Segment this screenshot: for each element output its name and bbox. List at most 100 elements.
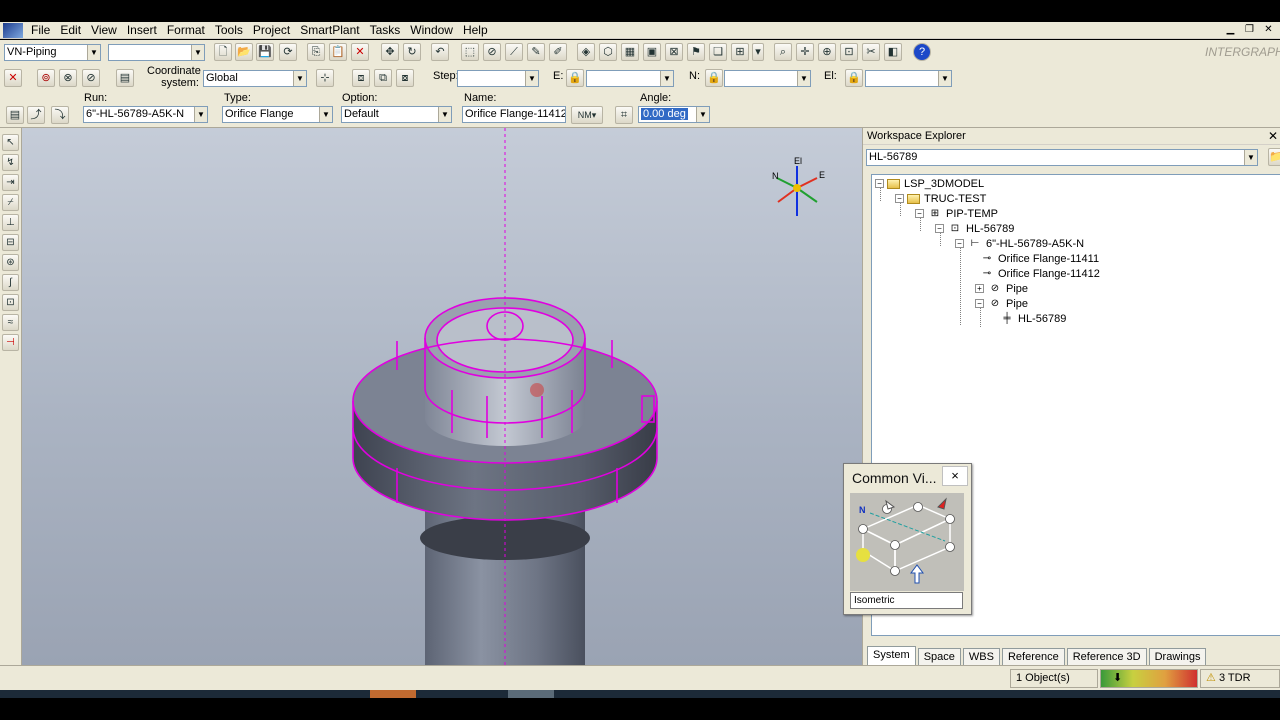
orifice-flange-11412[interactable] [352, 128, 658, 665]
angle-input[interactable]: 0.00 deg ▼ [638, 106, 710, 123]
filter-select[interactable]: ▼ [108, 44, 205, 61]
tree-node[interactable]: ╪ HL-56789 [999, 311, 1066, 326]
clip-icon[interactable]: ✂ [862, 43, 880, 61]
menu-view[interactable]: View [89, 23, 125, 37]
coordinate-tool-icon[interactable]: ⊹ [316, 69, 334, 87]
menu-window[interactable]: Window [408, 23, 461, 37]
app-icon[interactable] [3, 22, 23, 38]
pan-icon[interactable]: ✛ [796, 43, 814, 61]
insert-component-icon[interactable]: ⤵ [51, 106, 69, 124]
view-corner-handle[interactable] [858, 524, 868, 534]
spec-icon[interactable]: ⊛ [2, 254, 19, 271]
option-select[interactable]: Default ▼ [341, 106, 452, 123]
arrow-icon[interactable] [937, 497, 947, 510]
tree-node-label[interactable]: Pipe [1006, 298, 1028, 310]
tree-node[interactable]: − ⊘ Pipe [975, 296, 1028, 311]
isometric-selected-handle[interactable] [856, 548, 870, 562]
search-icon[interactable]: ⌕ [774, 43, 792, 61]
angle-tool-icon[interactable]: ⌗ [615, 106, 633, 124]
paste-icon[interactable]: 📋 [329, 43, 347, 61]
undo-icon[interactable]: ↶ [431, 43, 449, 61]
view-cube[interactable]: N [850, 493, 964, 591]
move-icon[interactable]: ✥ [381, 43, 399, 61]
up-arrow-icon[interactable] [910, 564, 924, 584]
name-input[interactable]: Orifice Flange-11412 [462, 106, 566, 123]
chevron-down-icon[interactable]: ▼ [696, 107, 709, 122]
tab-drawings[interactable]: Drawings [1148, 648, 1207, 665]
select-icon[interactable]: ⊘ [82, 69, 100, 87]
close-icon[interactable]: × [942, 466, 968, 486]
tree-node[interactable]: − TRUC-TEST [895, 191, 986, 206]
view-corner-handle[interactable] [890, 540, 900, 550]
chevron-down-icon[interactable]: ▼ [438, 107, 451, 122]
tree-node-label[interactable]: Orifice Flange-11412 [998, 268, 1100, 280]
todo-list-indicator[interactable]: ⚠ 3 TDR [1200, 669, 1280, 688]
tab-reference[interactable]: Reference [1001, 648, 1065, 665]
plane-xy-icon[interactable]: ⧉ [374, 69, 392, 87]
chevron-down-icon[interactable]: ▼ [191, 45, 204, 60]
save-icon[interactable]: 💾 [256, 43, 274, 61]
collapse-icon[interactable]: − [895, 194, 904, 203]
collapse-icon[interactable]: − [875, 179, 884, 188]
folder-icon[interactable]: 📁 [1268, 148, 1280, 166]
tab-space[interactable]: Space [917, 648, 961, 665]
tree-node-label[interactable]: PIP-TEMP [946, 208, 998, 220]
select-filter-icon[interactable]: ⬚ [461, 43, 479, 61]
close-icon[interactable]: ✕ [1261, 24, 1276, 37]
menu-format[interactable]: Format [165, 23, 213, 37]
tree-node[interactable]: − ⊢ 6"-HL-56789-A5K-N [955, 236, 1084, 251]
menu-tools[interactable]: Tools [213, 23, 251, 37]
locate-icon[interactable]: ⊚ [37, 69, 55, 87]
e-coordinate-input[interactable]: ▼ [586, 70, 674, 87]
lock-e-icon[interactable]: 🔒 [566, 69, 584, 87]
workspace-filter-select[interactable]: HL-56789 ▼ [866, 149, 1258, 166]
close-icon[interactable]: ✕ [1268, 129, 1278, 143]
lock-el-icon[interactable]: 🔒 [845, 69, 863, 87]
support-icon[interactable]: ⊡ [2, 294, 19, 311]
tab-reference-3d[interactable]: Reference 3D [1066, 648, 1147, 665]
zoom-icon[interactable]: ⊕ [818, 43, 836, 61]
chevron-down-icon[interactable]: ▼ [1244, 150, 1257, 165]
connect-icon[interactable]: ≈ [2, 314, 19, 331]
plane-yz-icon[interactable]: ⧇ [396, 69, 414, 87]
collapse-icon[interactable]: − [955, 239, 964, 248]
chevron-down-icon[interactable]: ▼ [938, 71, 951, 86]
options-icon[interactable]: ⊞ [731, 43, 749, 61]
select-arrow-icon[interactable]: ↖ [2, 134, 19, 151]
insert-component-icon[interactable]: ⇥ [2, 174, 19, 191]
name-rule-icon[interactable]: NM▾ [571, 106, 603, 124]
tap-icon[interactable]: ⊥ [2, 214, 19, 231]
coordinate-system-select[interactable]: Global ▼ [203, 70, 307, 87]
tree-node-label[interactable]: TRUC-TEST [924, 193, 986, 205]
flag-icon[interactable]: ⚑ [687, 43, 705, 61]
menu-project[interactable]: Project [251, 23, 298, 37]
deselect-icon[interactable]: ✕ [4, 69, 22, 87]
tree-node[interactable]: − LSP_3DMODEL [875, 176, 984, 191]
view-corner-handle[interactable] [945, 514, 955, 524]
edit-icon[interactable]: ✎ [527, 43, 545, 61]
minimize-icon[interactable]: ▁ [1223, 24, 1238, 37]
tree-node[interactable]: − ⊞ PIP-TEMP [915, 206, 998, 221]
rotate-icon[interactable]: ↻ [403, 43, 421, 61]
tree-node-label[interactable]: HL-56789 [966, 223, 1014, 235]
refresh-icon[interactable]: ⟳ [279, 43, 297, 61]
run-select[interactable]: 6"-HL-56789-A5K-N ▼ [83, 106, 208, 123]
route-icon[interactable]: ↯ [2, 154, 19, 171]
route-icon[interactable]: ⟋ [505, 43, 523, 61]
expand-icon[interactable]: + [975, 284, 984, 293]
collapse-icon[interactable]: − [935, 224, 944, 233]
fit-icon[interactable]: ⊡ [840, 43, 858, 61]
plane-icon[interactable]: ⧈ [352, 69, 370, 87]
menu-smartplant[interactable]: SmartPlant [298, 23, 367, 37]
view-corner-handle[interactable] [945, 542, 955, 552]
chevron-down-icon[interactable]: ▼ [797, 71, 810, 86]
graphic-view[interactable]: El N E [22, 128, 862, 665]
view-name-field[interactable]: Isometric [850, 592, 963, 609]
taskbar-item[interactable] [508, 690, 554, 698]
view-3d-icon[interactable]: ⬡ [599, 43, 617, 61]
copy-icon[interactable]: ⎘ [307, 43, 325, 61]
tree-node-label[interactable]: LSP_3DMODEL [904, 178, 984, 190]
tab-system[interactable]: System [867, 646, 916, 665]
arrow-icon[interactable] [885, 499, 896, 510]
cylinder-icon[interactable]: ⊟ [2, 234, 19, 251]
